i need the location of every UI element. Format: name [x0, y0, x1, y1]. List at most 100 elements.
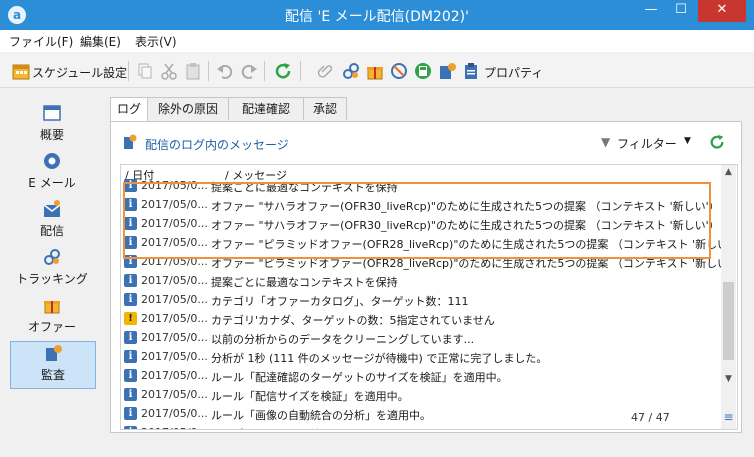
tab-log[interactable]: ログ	[110, 97, 148, 122]
undo-icon[interactable]	[216, 62, 234, 80]
log-title: 配信のログ内のメッセージ	[145, 138, 289, 152]
log-row[interactable]: i 2017/05/0... 提案ごとに最適なコンテキストを保持	[121, 271, 721, 290]
log-row[interactable]: i 2017/05/0...タイポロジルールを読み込んでいます (ステップ : j…	[121, 423, 721, 429]
log-date: 2017/05/0...	[141, 426, 208, 429]
tab-approval[interactable]: 承認	[303, 97, 347, 120]
info-icon: i	[124, 388, 137, 401]
properties-icon[interactable]	[462, 62, 480, 80]
log-row[interactable]: i 2017/05/0... ルール「配信サイズを検証」を適用中。	[121, 385, 721, 404]
audit-icon	[44, 344, 62, 362]
sidebar-item-label: 概要	[39, 128, 64, 142]
toolbar-separator	[300, 61, 301, 81]
sidebar-item-email[interactable]: E メール	[10, 150, 94, 196]
log-date: 2017/05/0...	[141, 312, 208, 325]
log-message: ルール「配信サイズを検証」を適用中。	[211, 390, 409, 403]
maximize-button[interactable]: ☐	[666, 0, 696, 22]
delivery-icon	[43, 200, 61, 218]
calendar-icon[interactable]	[12, 62, 30, 80]
gift-icon[interactable]	[366, 62, 384, 80]
info-icon: i	[124, 293, 137, 306]
info-icon: i	[124, 331, 137, 344]
calculator-icon[interactable]	[414, 62, 432, 80]
filter-icon: ▼	[601, 135, 611, 149]
scrollbar[interactable]: ▲ ▼	[721, 165, 736, 429]
menu-bar: ファイル(F) 編集(E) 表示(V)	[0, 30, 754, 52]
tab-exclusion-causes[interactable]: 除外の原因	[147, 97, 229, 120]
info-icon: i	[124, 426, 137, 429]
redo-icon[interactable]	[240, 62, 258, 80]
log-date: 2017/05/0...	[141, 407, 208, 420]
log-date: 2017/05/0...	[141, 388, 208, 401]
offer-icon	[43, 296, 61, 314]
attachment-icon[interactable]	[316, 62, 334, 80]
info-icon: i	[124, 350, 137, 363]
log-message: カテゴリ'カナダ、ターゲットの数：5指定されていません	[211, 314, 495, 327]
paste-icon[interactable]	[184, 62, 202, 80]
row-count: 47 / 47	[631, 411, 670, 424]
log-message: カテゴリ「オファーカタログ」、ターゲット数：111	[211, 295, 469, 308]
log-date: 2017/05/0...	[141, 331, 208, 344]
log-list: / 日付 / メッセージ i 2017/05/0... 提案ごとに最適なコンテキスト…	[120, 164, 738, 430]
info-icon: i	[124, 274, 137, 287]
scroll-down-icon[interactable]: ▼	[721, 372, 736, 387]
warning-icon: !	[124, 312, 137, 325]
log-message: 提案ごとに最適なコンテキストを保持	[211, 276, 398, 289]
log-date: 2017/05/0...	[141, 350, 208, 363]
log-row[interactable]: i 2017/05/0... カテゴリ「オファーカタログ」、ターゲット数：111	[121, 290, 721, 309]
toolbar: スケジュール設定 プロパティ	[0, 53, 754, 88]
sidebar-item-label: 配信	[39, 224, 64, 238]
sidebar-item-tracking[interactable]: トラッキング	[10, 246, 94, 292]
audit-action-icon[interactable]	[438, 62, 456, 80]
log-icon	[123, 134, 137, 150]
menu-file[interactable]: ファイル(F)	[9, 33, 73, 50]
log-date: 2017/05/0...	[141, 274, 208, 287]
menu-view[interactable]: 表示(V)	[135, 33, 177, 50]
sidebar-item-offer[interactable]: オファー	[10, 294, 94, 340]
filter-label: フィルター	[617, 137, 677, 151]
sidebar-item-overview[interactable]: 概要	[10, 102, 94, 148]
sidebar-item-audit[interactable]: 監査	[10, 341, 96, 389]
log-date: 2017/05/0...	[141, 369, 208, 382]
chevron-down-icon: ▼	[684, 136, 691, 146]
menu-edit[interactable]: 編集(E)	[80, 33, 121, 50]
highlight-box	[123, 182, 711, 259]
scroll-thumb[interactable]	[723, 282, 734, 360]
log-date: 2017/05/0...	[141, 293, 208, 306]
sidebar-item-label: トラッキング	[16, 272, 88, 286]
toolbar-separator	[128, 61, 129, 81]
email-icon	[43, 152, 61, 170]
info-icon: i	[124, 369, 137, 382]
list-menu-icon[interactable]: ≡	[721, 410, 736, 425]
tab-proofs[interactable]: 配達確認	[228, 97, 304, 120]
log-row[interactable]: i 2017/05/0... 以前の分析からのデータをクリーニングしています...	[121, 328, 721, 347]
refresh-log-icon[interactable]	[709, 134, 725, 150]
cut-icon[interactable]	[160, 62, 178, 80]
sidebar-item-label: 監査	[40, 368, 65, 382]
sidebar-item-label: E メール	[28, 176, 76, 190]
info-icon: i	[124, 407, 137, 420]
sidebar-item-label: オファー	[27, 320, 76, 334]
tracking-link-icon[interactable]	[342, 62, 360, 80]
tracking-icon	[43, 248, 61, 266]
minimize-button[interactable]: —	[636, 0, 666, 22]
close-button[interactable]: ✕	[698, 0, 746, 22]
sidebar: 概要 E メール 配信 トラッキング オファー 監査	[0, 88, 103, 457]
title-bar: a 配信 'E メール配信(DM202)' — ☐ ✕	[0, 0, 754, 30]
log-message: 分析が 1秒 (111 件のメッセージが待機中) で正常に完了しました。	[211, 352, 548, 365]
sidebar-item-delivery[interactable]: 配信	[10, 198, 94, 244]
toolbar-separator	[264, 61, 265, 81]
schedule-button[interactable]: スケジュール設定	[32, 64, 127, 81]
log-row[interactable]: i 2017/05/0... ルール「配達確認のターゲットのサイズを検証」を適用中。	[121, 366, 721, 385]
log-row[interactable]: i 2017/05/0... 分析が 1秒 (111 件のメッセージが待機中) で正…	[121, 347, 721, 366]
overview-icon	[43, 104, 61, 122]
log-row[interactable]: ! 2017/05/0... カテゴリ'カナダ、ターゲットの数：5指定されていません	[121, 309, 721, 328]
toolbar-separator	[208, 61, 209, 81]
main-panel: ログ 除外の原因 配達確認 承認 配信のログ内のメッセージ ▼ フィルター ▼ …	[110, 92, 747, 435]
properties-button[interactable]: プロパティ	[484, 64, 543, 81]
no-tracking-icon[interactable]	[390, 62, 408, 80]
refresh-icon[interactable]	[274, 62, 292, 80]
scroll-up-icon[interactable]: ▲	[721, 165, 736, 180]
copy-icon[interactable]	[136, 62, 154, 80]
log-content: 配信のログ内のメッセージ ▼ フィルター ▼ / 日付 / メッセージ i 201…	[110, 121, 742, 433]
log-message: 以前の分析からのデータをクリーニングしています...	[211, 333, 475, 346]
